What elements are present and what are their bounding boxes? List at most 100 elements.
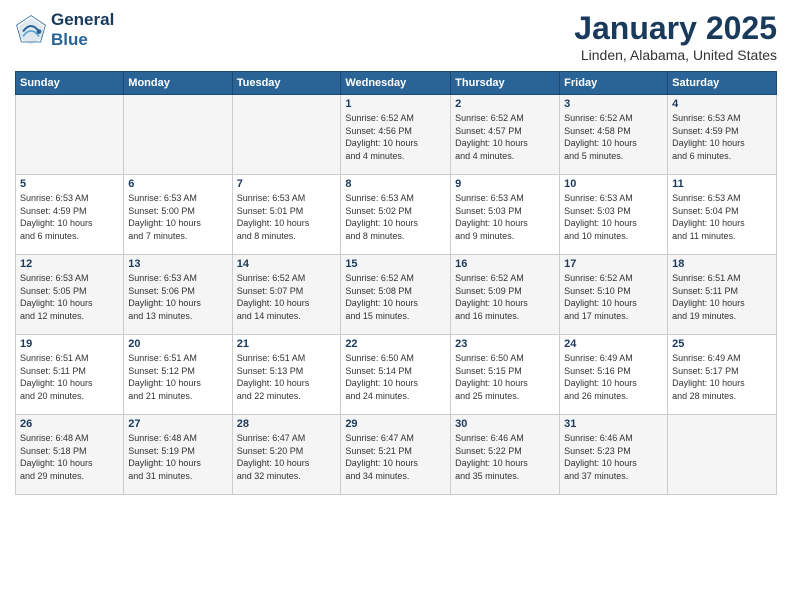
day-number: 6 (128, 178, 227, 190)
day-info: Sunrise: 6:51 AMSunset: 5:11 PMDaylight:… (672, 272, 772, 322)
day-info: Sunrise: 6:50 AMSunset: 5:15 PMDaylight:… (455, 352, 555, 402)
day-number: 24 (564, 338, 663, 350)
header: General Blue January 2025 Linden, Alabam… (15, 10, 777, 63)
table-cell: 12Sunrise: 6:53 AMSunset: 5:05 PMDayligh… (16, 255, 124, 335)
header-thursday: Thursday (451, 72, 560, 95)
day-number: 8 (345, 178, 446, 190)
day-number: 18 (672, 258, 772, 270)
logo: General Blue (15, 10, 114, 49)
day-info: Sunrise: 6:53 AMSunset: 4:59 PMDaylight:… (20, 192, 119, 242)
table-cell: 4Sunrise: 6:53 AMSunset: 4:59 PMDaylight… (668, 95, 777, 175)
table-cell: 1Sunrise: 6:52 AMSunset: 4:56 PMDaylight… (341, 95, 451, 175)
table-cell: 6 Sunrise: 6:53 AMSunset: 5:00 PMDaylight… (124, 175, 232, 255)
day-number: 17 (564, 258, 663, 270)
day-info: Sunrise: 6:52 AMSunset: 5:08 PMDaylight:… (345, 272, 446, 322)
day-number: 9 (455, 178, 555, 190)
header-tuesday: Tuesday (232, 72, 341, 95)
calendar-header-row: Sunday Monday Tuesday Wednesday Thursday… (16, 72, 777, 95)
month-title: January 2025 (574, 10, 777, 47)
header-sunday: Sunday (16, 72, 124, 95)
table-cell: 29 Sunrise: 6:47 AMSunset: 5:21 PMDayligh… (341, 415, 451, 495)
table-cell: 19Sunrise: 6:51 AMSunset: 5:11 PMDayligh… (16, 335, 124, 415)
table-cell: 16 Sunrise: 6:52 AMSunset: 5:09 PMDayligh… (451, 255, 560, 335)
day-info: Sunrise: 6:49 AMSunset: 5:17 PMDaylight:… (672, 352, 772, 402)
day-info: Sunrise: 6:53 AMSunset: 5:04 PMDaylight:… (672, 192, 772, 242)
day-info: Sunrise: 6:48 AMSunset: 5:19 PMDaylight:… (128, 432, 227, 482)
day-number: 26 (20, 418, 119, 430)
day-info: Sunrise: 6:50 AMSunset: 5:14 PMDaylight:… (345, 352, 446, 402)
table-cell: 14 Sunrise: 6:52 AMSunset: 5:07 PMDayligh… (232, 255, 341, 335)
table-cell: 15 Sunrise: 6:52 AMSunset: 5:08 PMDayligh… (341, 255, 451, 335)
day-number: 21 (237, 338, 337, 350)
day-info: Sunrise: 6:53 AMSunset: 5:03 PMDaylight:… (455, 192, 555, 242)
table-cell: 30 Sunrise: 6:46 AMSunset: 5:22 PMDayligh… (451, 415, 560, 495)
day-info: Sunrise: 6:52 AMSunset: 4:57 PMDaylight:… (455, 112, 555, 162)
day-info: Sunrise: 6:51 AMSunset: 5:12 PMDaylight:… (128, 352, 227, 402)
table-cell: 11 Sunrise: 6:53 AMSunset: 5:04 PMDayligh… (668, 175, 777, 255)
day-info: Sunrise: 6:46 AMSunset: 5:22 PMDaylight:… (455, 432, 555, 482)
table-cell: 9 Sunrise: 6:53 AMSunset: 5:03 PMDaylight… (451, 175, 560, 255)
calendar: Sunday Monday Tuesday Wednesday Thursday… (15, 71, 777, 495)
day-number: 7 (237, 178, 337, 190)
page: General Blue January 2025 Linden, Alabam… (0, 0, 792, 612)
day-info: Sunrise: 6:48 AMSunset: 5:18 PMDaylight:… (20, 432, 119, 482)
header-wednesday: Wednesday (341, 72, 451, 95)
day-info: Sunrise: 6:53 AMSunset: 5:01 PMDaylight:… (237, 192, 337, 242)
day-number: 22 (345, 338, 446, 350)
table-cell: 31 Sunrise: 6:46 AMSunset: 5:23 PMDayligh… (560, 415, 668, 495)
header-saturday: Saturday (668, 72, 777, 95)
table-cell: 2Sunrise: 6:52 AMSunset: 4:57 PMDaylight… (451, 95, 560, 175)
day-info: Sunrise: 6:47 AMSunset: 5:20 PMDaylight:… (237, 432, 337, 482)
day-number: 5 (20, 178, 119, 190)
day-number: 27 (128, 418, 227, 430)
day-number: 23 (455, 338, 555, 350)
day-number: 1 (345, 98, 446, 110)
day-number: 29 (345, 418, 446, 430)
calendar-week-row: 12Sunrise: 6:53 AMSunset: 5:05 PMDayligh… (16, 255, 777, 335)
table-cell: 23 Sunrise: 6:50 AMSunset: 5:15 PMDayligh… (451, 335, 560, 415)
calendar-week-row: 1Sunrise: 6:52 AMSunset: 4:56 PMDaylight… (16, 95, 777, 175)
table-cell: 7 Sunrise: 6:53 AMSunset: 5:01 PMDaylight… (232, 175, 341, 255)
logo-icon (15, 14, 47, 46)
day-info: Sunrise: 6:52 AMSunset: 5:10 PMDaylight:… (564, 272, 663, 322)
logo-text: General Blue (51, 10, 114, 49)
table-cell: 25 Sunrise: 6:49 AMSunset: 5:17 PMDayligh… (668, 335, 777, 415)
day-info: Sunrise: 6:53 AMSunset: 5:00 PMDaylight:… (128, 192, 227, 242)
table-cell: 26 Sunrise: 6:48 AMSunset: 5:18 PMDayligh… (16, 415, 124, 495)
day-info: Sunrise: 6:52 AMSunset: 4:58 PMDaylight:… (564, 112, 663, 162)
day-info: Sunrise: 6:52 AMSunset: 5:09 PMDaylight:… (455, 272, 555, 322)
table-cell (16, 95, 124, 175)
day-number: 10 (564, 178, 663, 190)
day-info: Sunrise: 6:46 AMSunset: 5:23 PMDaylight:… (564, 432, 663, 482)
day-number: 28 (237, 418, 337, 430)
day-number: 14 (237, 258, 337, 270)
table-cell: 13 Sunrise: 6:53 AMSunset: 5:06 PMDayligh… (124, 255, 232, 335)
day-number: 16 (455, 258, 555, 270)
day-info: Sunrise: 6:53 AMSunset: 5:06 PMDaylight:… (128, 272, 227, 322)
day-number: 20 (128, 338, 227, 350)
day-info: Sunrise: 6:52 AMSunset: 5:07 PMDaylight:… (237, 272, 337, 322)
title-area: January 2025 Linden, Alabama, United Sta… (574, 10, 777, 63)
table-cell: 5 Sunrise: 6:53 AMSunset: 4:59 PMDaylight… (16, 175, 124, 255)
day-number: 31 (564, 418, 663, 430)
day-number: 13 (128, 258, 227, 270)
table-cell: 24 Sunrise: 6:49 AMSunset: 5:16 PMDayligh… (560, 335, 668, 415)
day-info: Sunrise: 6:51 AMSunset: 5:11 PMDaylight:… (20, 352, 119, 402)
calendar-week-row: 5 Sunrise: 6:53 AMSunset: 4:59 PMDaylight… (16, 175, 777, 255)
location: Linden, Alabama, United States (574, 47, 777, 63)
day-info: Sunrise: 6:53 AMSunset: 5:03 PMDaylight:… (564, 192, 663, 242)
day-info: Sunrise: 6:49 AMSunset: 5:16 PMDaylight:… (564, 352, 663, 402)
table-cell: 17 Sunrise: 6:52 AMSunset: 5:10 PMDayligh… (560, 255, 668, 335)
day-number: 25 (672, 338, 772, 350)
calendar-week-row: 26 Sunrise: 6:48 AMSunset: 5:18 PMDayligh… (16, 415, 777, 495)
day-info: Sunrise: 6:47 AMSunset: 5:21 PMDaylight:… (345, 432, 446, 482)
table-cell: 10 Sunrise: 6:53 AMSunset: 5:03 PMDayligh… (560, 175, 668, 255)
table-cell: 22 Sunrise: 6:50 AMSunset: 5:14 PMDayligh… (341, 335, 451, 415)
table-cell (124, 95, 232, 175)
table-cell: 18 Sunrise: 6:51 AMSunset: 5:11 PMDayligh… (668, 255, 777, 335)
day-number: 15 (345, 258, 446, 270)
day-number: 30 (455, 418, 555, 430)
table-cell (232, 95, 341, 175)
day-info: Sunrise: 6:53 AMSunset: 4:59 PMDaylight:… (672, 112, 772, 162)
day-number: 11 (672, 178, 772, 190)
